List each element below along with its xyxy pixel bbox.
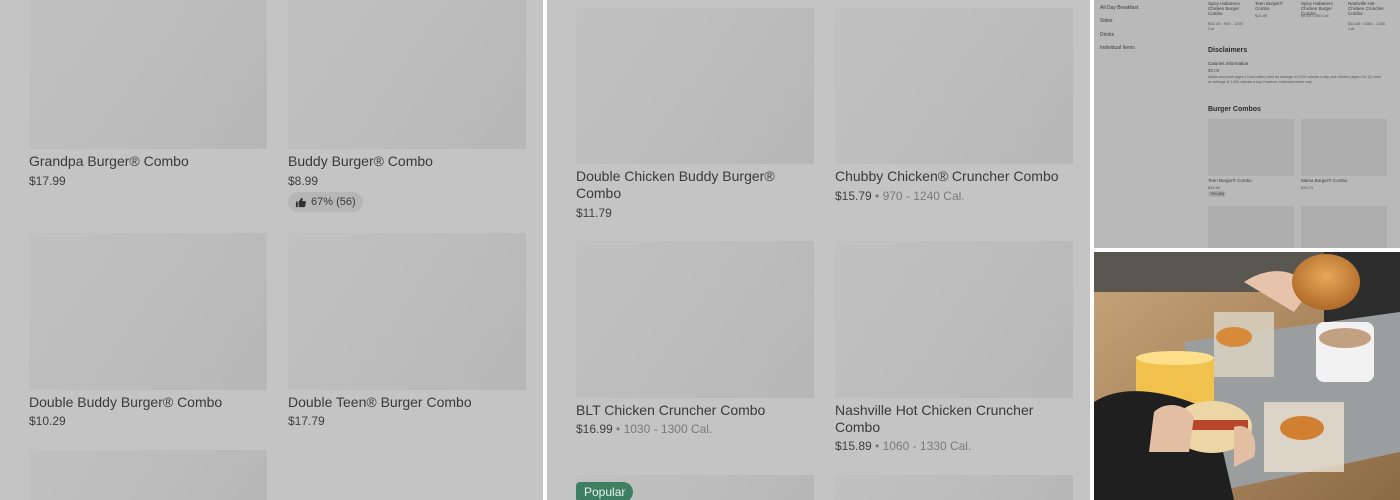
mini-item-price: $15.79	[1301, 185, 1314, 190]
item-price: $8.99	[288, 174, 319, 188]
sidebar-item-all-day-breakfast[interactable]: All Day Breakfast	[1100, 5, 1138, 11]
item-image[interactable]	[1208, 119, 1294, 176]
item-image[interactable]	[288, 233, 526, 390]
item-price: $16.99 • 1030 - 1300 Cal.	[576, 422, 712, 437]
mini-item-price: $9.59 • 550 Cal.	[1301, 13, 1330, 18]
calorie-range: • 970 - 1240 Cal.	[871, 189, 965, 203]
mini-item-name[interactable]: Teen Burger® Combo	[1255, 1, 1289, 11]
mini-item-price: $15.59	[1208, 185, 1221, 190]
item-price: $15.79 • 970 - 1240 Cal.	[835, 189, 965, 204]
item-name-line2: Combo	[576, 185, 622, 201]
item-price: $10.29	[29, 414, 66, 428]
food-photo-illustration	[1094, 252, 1400, 500]
item-name: Double Teen® Burger Combo	[288, 394, 472, 410]
disclaimers-heading: Disclaimers	[1208, 47, 1248, 54]
item-image[interactable]	[835, 8, 1073, 164]
item-name: Nashville Hot Chicken Cruncher	[835, 402, 1034, 418]
item-image[interactable]	[835, 241, 1073, 398]
menu-panel-small: All Day Breakfast Sides Drinks Individua…	[1094, 0, 1400, 248]
mini-item-price: $15.59	[1255, 13, 1268, 18]
item-name: Chubby Chicken® Cruncher Combo	[835, 168, 1059, 184]
thumbs-up-icon	[295, 197, 306, 207]
item-name: BLT Chicken Cruncher Combo	[576, 402, 766, 418]
item-image[interactable]	[29, 0, 267, 149]
item-image[interactable]	[576, 8, 814, 164]
item-price: $17.79	[288, 414, 325, 428]
calorie-range: • 1030 - 1300 Cal.	[612, 422, 713, 436]
item-name: Double Chicken Buddy Burger®	[576, 168, 775, 184]
rating-badge: 67% (56)	[288, 192, 363, 212]
mini-item-name[interactable]: Teen Burger® Combo	[1208, 178, 1252, 183]
calories-info-title: Calories Information	[1208, 61, 1249, 66]
price-value: $15.89	[835, 439, 872, 453]
popular-badge: Popular	[576, 482, 634, 500]
item-price: $11.79	[576, 206, 612, 220]
item-price: $17.99	[29, 174, 66, 188]
calorie-range: • 1060 - 1330 Cal.	[871, 439, 972, 453]
menu-panel-left: Grandpa Burger® Combo $17.99 Buddy Burge…	[0, 0, 543, 500]
mini-item-price: $15.29 • 930 - 1200 Cal.	[1208, 21, 1243, 31]
item-image[interactable]	[29, 233, 267, 390]
item-image[interactable]	[29, 450, 267, 500]
menu-panel-middle: Double Chicken Buddy Burger® Combo $11.7…	[547, 0, 1090, 500]
item-image[interactable]	[1208, 206, 1294, 248]
item-image[interactable]	[288, 0, 526, 149]
price-value: $16.99	[576, 422, 613, 436]
item-image[interactable]	[1301, 206, 1387, 248]
rating-badge: 79% (89)	[1208, 191, 1227, 197]
item-image[interactable]	[1301, 119, 1387, 176]
item-image[interactable]	[576, 241, 814, 398]
item-price: $15.89 • 1060 - 1330 Cal.	[835, 439, 971, 454]
item-image[interactable]	[835, 475, 1073, 500]
sidebar-item-drinks[interactable]: Drinks	[1100, 32, 1114, 38]
rating-text: 67% (56)	[311, 196, 356, 208]
section-heading: Burger Combos	[1208, 106, 1261, 113]
mini-item-price: $15.89 • 1060 - 1330 Cal.	[1348, 21, 1386, 31]
sidebar-item-individual-items[interactable]: Individual Items	[1100, 45, 1135, 51]
price-value: $15.79	[835, 189, 872, 203]
mini-item-name[interactable]: Spicy Habanero Chicken Burger Combo	[1208, 1, 1246, 16]
item-name: Grandpa Burger® Combo	[29, 153, 189, 169]
calories-info-value: $0.00	[1208, 68, 1220, 73]
item-name: Buddy Burger® Combo	[288, 153, 433, 169]
mini-item-name[interactable]: Nashville Hot Chicken Cruncher Combo	[1348, 1, 1388, 16]
item-name: Double Buddy Burger® Combo	[29, 394, 223, 410]
item-name-line2: Combo	[835, 419, 881, 435]
mini-item-name[interactable]: Mama Burger® Combo	[1301, 178, 1347, 183]
food-photo	[1094, 252, 1400, 500]
sidebar-item-sides[interactable]: Sides	[1100, 18, 1113, 24]
calories-info-text: Adults and youth (ages 13 and older) nee…	[1208, 75, 1381, 84]
